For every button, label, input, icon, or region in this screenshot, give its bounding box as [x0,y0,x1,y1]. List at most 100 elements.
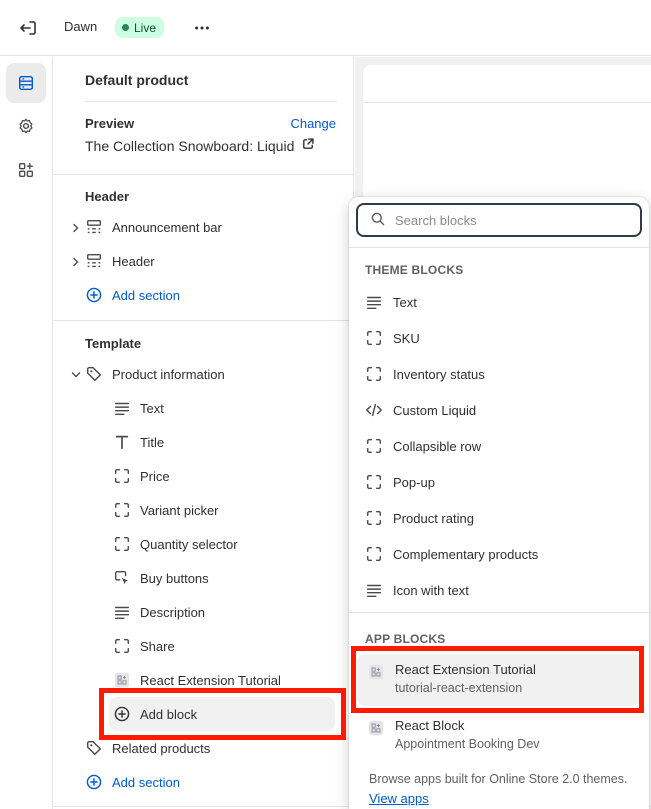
block-frame-icon [365,437,383,455]
chevron-right-icon[interactable] [70,222,82,234]
change-preview-link[interactable]: Change [290,116,336,131]
divider [54,320,353,321]
app-block-icon [367,719,385,737]
live-badge-label: Live [134,20,157,35]
add-block-label: Add block [140,706,198,722]
block-option-label: SKU [393,330,420,346]
block-variant-picker[interactable]: Variant picker [113,495,219,525]
block-price[interactable]: Price [113,461,170,491]
block-label: Variant picker [140,502,219,518]
block-share[interactable]: Share [113,631,175,661]
app-blocks-heading: APP BLOCKS [365,632,446,646]
preview-product-label: The Collection Snowboard: Liquid [85,137,295,154]
block-option-label: Pop-up [393,474,435,490]
text-lines-icon [113,603,131,621]
text-lines-icon [365,293,383,311]
block-option-label: Inventory status [393,366,485,382]
chevron-right-icon[interactable] [70,256,82,268]
text-lines-icon [113,399,131,417]
theme-block-complementary-products[interactable]: Complementary products [365,539,538,569]
divider [54,174,353,175]
block-label: Share [140,638,175,654]
tag-icon [85,739,103,757]
header-group-label: Header [85,189,130,204]
more-horizontal-icon[interactable] [190,16,214,40]
app-block-subtitle: Appointment Booking Dev [395,737,540,751]
live-dot-icon [122,24,129,31]
block-option-label: Text [393,294,417,310]
code-icon [365,401,383,419]
app-block-icon [367,663,385,681]
left-rail [0,57,53,809]
section-label: Related products [112,740,211,756]
template-group-label: Template [85,336,142,351]
top-bar: Dawn Live [0,0,651,56]
live-status-badge: Live [115,17,165,38]
theme-block-sku[interactable]: SKU [365,323,420,353]
theme-block-pop-up[interactable]: Pop-up [365,467,435,497]
add-section-label: Add section [112,287,180,303]
theme-name: Dawn [64,19,98,34]
add-block-button[interactable]: Add block [113,699,197,729]
block-frame-icon [365,365,383,383]
view-apps-link[interactable]: View apps [369,791,429,806]
block-option-label: Collapsible row [393,438,482,454]
theme-block-custom-liquid[interactable]: Custom Liquid [365,395,476,425]
block-buy-buttons[interactable]: Buy buttons [113,563,209,593]
block-label: React Extension Tutorial [140,672,281,688]
browse-apps-text: Browse apps built for Online Store 2.0 t… [369,772,628,786]
block-quantity-selector[interactable]: Quantity selector [113,529,238,559]
block-frame-icon [365,329,383,347]
title-t-icon [113,433,131,451]
app-block-react-extension-tutorial[interactable]: React Extension Tutorial tutorial-react-… [357,654,641,706]
section-label: Header [112,253,155,269]
block-label: Buy buttons [140,570,209,586]
block-label: Text [140,400,164,416]
block-frame-icon [365,545,383,563]
theme-block-inventory-status[interactable]: Inventory status [365,359,485,389]
app-block-title: React Extension Tutorial [395,662,536,677]
browse-apps-note: Browse apps built for Online Store 2.0 t… [369,769,629,809]
app-block-subtitle: tutorial-react-extension [395,681,523,695]
section-header[interactable]: Header [85,246,155,276]
block-label: Quantity selector [140,536,238,552]
block-option-label: Icon with text [393,582,469,598]
section-product-information[interactable]: Product information [85,359,225,389]
sections-icon[interactable] [6,63,46,103]
theme-block-collapsible-row[interactable]: Collapsible row [365,431,481,461]
block-label: Title [140,434,165,450]
section-icon [85,218,103,236]
chevron-down-icon[interactable] [70,369,82,381]
theme-block-icon-with-text[interactable]: Icon with text [365,575,469,605]
tag-icon [85,365,103,383]
app-block-title: React Block [395,718,465,733]
plus-circle-icon [85,773,103,791]
section-announcement-bar[interactable]: Announcement bar [85,212,222,242]
block-label: Description [140,604,206,620]
block-description[interactable]: Description [113,597,205,627]
plus-circle-icon [113,705,131,723]
theme-block-text[interactable]: Text [365,287,417,317]
exit-icon[interactable] [16,16,40,40]
section-related-products[interactable]: Related products [85,733,210,763]
block-label: Price [140,468,170,484]
search-box[interactable] [356,203,642,237]
block-frame-icon [365,473,383,491]
search-input[interactable] [395,212,615,228]
app-block-icon [113,671,131,689]
divider [349,612,649,613]
add-section-button[interactable]: Add section [85,280,180,310]
search-icon [370,211,386,230]
settings-gear-icon[interactable] [6,106,46,146]
block-react-extension-tutorial[interactable]: React Extension Tutorial [113,665,281,695]
add-section-button[interactable]: Add section [85,767,180,797]
section-label: Product information [112,366,225,382]
app-block-react-block[interactable]: React Block Appointment Booking Dev [357,710,641,762]
block-text[interactable]: Text [113,393,164,423]
block-title[interactable]: Title [113,427,164,457]
block-frame-icon [113,501,131,519]
divider [349,247,649,248]
theme-block-product-rating[interactable]: Product rating [365,503,474,533]
preview-product[interactable]: The Collection Snowboard: Liquid [85,137,315,154]
apps-icon[interactable] [6,150,46,190]
